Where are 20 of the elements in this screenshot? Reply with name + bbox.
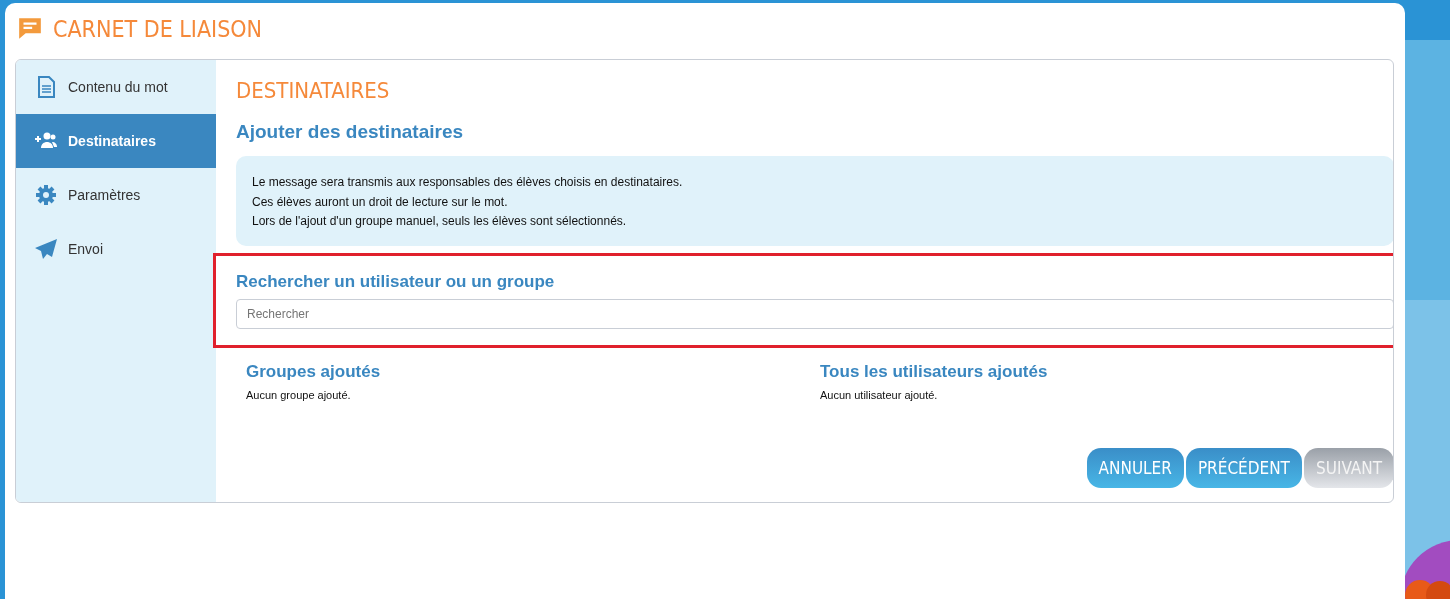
action-button[interactable]: PRÉCÉDENT — [1185, 448, 1302, 488]
section-subheading: Ajouter des destinataires — [236, 121, 465, 143]
paper-plane-icon — [34, 237, 58, 261]
section-heading: DESTINATAIRES — [236, 77, 391, 105]
info-text: Le message sera transmis aux responsables des élèves choisis en destinataires. — [252, 174, 684, 191]
app-title: CARNET DE LIAISON — [53, 16, 263, 42]
search-title: Rechercher un utilisateur ou un groupe — [236, 272, 556, 292]
action-button[interactable]: ANNULER — [1086, 448, 1184, 488]
empty-text: Aucun groupe ajouté. — [246, 389, 352, 401]
info-text: Ces élèves auront un droit de lecture sur le mot. — [252, 193, 509, 211]
search-field[interactable]: Rechercher — [236, 299, 1393, 329]
sidebar-item[interactable]: Envoi — [16, 222, 216, 276]
empty-text: Aucun utilisateur ajouté. — [820, 389, 939, 401]
info-text: Lors de l'ajout d'un groupe manuel, seuls les élèves sont sélectionnés. — [252, 213, 628, 230]
list-title: Tous les utilisateurs ajoutés — [820, 362, 1049, 382]
settings-icon — [34, 183, 58, 207]
sidebar-item[interactable]: Destinataires — [16, 114, 216, 168]
sidebar-item[interactable]: Contenu du mot — [16, 60, 216, 114]
sidebar-item[interactable]: Paramètres — [16, 168, 216, 222]
list-title: Groupes ajoutés — [246, 362, 382, 382]
